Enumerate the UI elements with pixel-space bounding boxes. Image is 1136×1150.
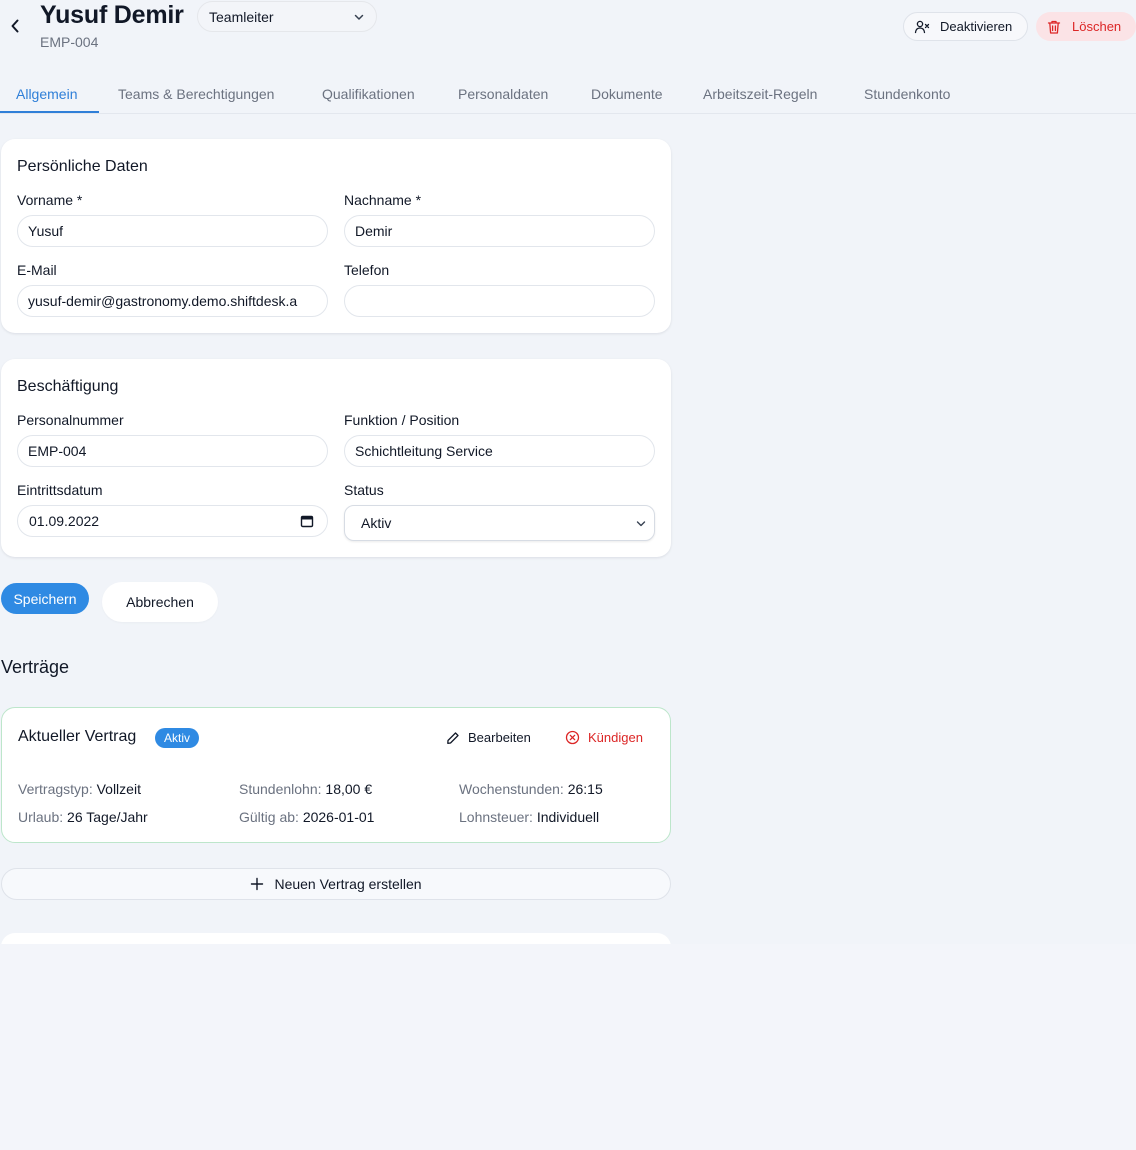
tab-stundenkonto[interactable]: Stundenkonto [864, 86, 950, 102]
valid-from-key: Gültig ab: [239, 809, 299, 825]
contract-type: Vertragstyp: Vollzeit [18, 781, 141, 797]
first-name-value: Yusuf [28, 223, 64, 239]
back-button[interactable] [6, 16, 24, 36]
entry-date-label: Eintrittsdatum [17, 482, 103, 498]
status-badge: Aktiv [155, 728, 200, 748]
save-button[interactable]: Speichern [1, 583, 89, 614]
app-viewport: Yusuf Demir EMP-004 Teamleiter Deaktivie… [0, 0, 1136, 944]
delete-label: Löschen [1072, 19, 1122, 34]
tab-qualifikationen[interactable]: Qualifikationen [322, 86, 415, 102]
user-x-icon [914, 20, 930, 33]
tab-personaldaten[interactable]: Personaldaten [458, 86, 548, 102]
staff-number-label: Personalnummer [17, 412, 124, 428]
last-name-input[interactable]: Demir [344, 215, 655, 247]
trash-icon [1047, 20, 1061, 34]
employment-card: Beschäftigung Personalnummer EMP-004 Fun… [1, 359, 671, 557]
delete-button[interactable]: Löschen [1036, 12, 1136, 41]
entry-date-input[interactable]: 01.09.2022 [17, 505, 328, 537]
email-label: E-Mail [17, 262, 57, 278]
personal-data-title: Persönliche Daten [17, 158, 148, 175]
tab-arbeitszeit-regeln[interactable]: Arbeitszeit-Regeln [703, 86, 817, 102]
contract-title: Aktueller Vertrag [18, 728, 137, 745]
personal-data-card: Persönliche Daten Vorname * Yusuf Nachna… [1, 139, 671, 333]
last-name-value: Demir [355, 223, 393, 239]
chevron-down-icon [636, 521, 646, 527]
deactivate-button[interactable]: Deaktivieren [903, 12, 1028, 41]
terminate-contract-label: Kündigen [588, 730, 643, 745]
income-tax-key: Lohnsteuer: [459, 809, 533, 825]
new-contract-label: Neuen Vertrag erstellen [274, 876, 422, 892]
valid-from: Gültig ab: 2026-01-01 [239, 809, 374, 825]
entry-date-value: 01.09.2022 [29, 513, 100, 529]
contract-type-key: Vertragstyp: [18, 781, 93, 797]
email-input[interactable]: yusuf-demir@gastronomy.demo.shiftdesk.a [17, 285, 328, 317]
role-select[interactable]: Teamleiter [197, 1, 377, 32]
weekly-hours: Wochenstunden: 26:15 [459, 781, 603, 797]
calendar-icon[interactable] [300, 514, 314, 528]
valid-from-value: 2026-01-01 [302, 809, 375, 825]
tab-allgemein[interactable]: Allgemein [16, 86, 77, 102]
income-tax: Lohnsteuer: Individuell [459, 809, 599, 825]
edit-contract-button[interactable]: Bearbeiten [446, 730, 531, 745]
first-name-label: Vorname * [17, 192, 83, 208]
plus-icon [251, 877, 264, 891]
position-value: Schichtleitung Service [355, 443, 493, 459]
weekly-hours-key: Wochenstunden: [459, 781, 564, 797]
vacation: Urlaub: 26 Tage/Jahr [18, 809, 148, 825]
tab-teams-berechtigungen[interactable]: Teams & Berechtigungen [118, 86, 274, 102]
chevron-down-icon [354, 14, 364, 20]
deactivate-label: Deaktivieren [940, 19, 1013, 34]
last-name-label: Nachname * [344, 192, 422, 208]
chevron-left-icon [11, 19, 19, 33]
terminate-contract-button[interactable]: Kündigen [565, 730, 643, 745]
phone-input[interactable] [344, 285, 655, 317]
role-select-value: Teamleiter [209, 8, 274, 25]
position-input[interactable]: Schichtleitung Service [344, 435, 655, 467]
vacation-value: 26 Tage/Jahr [67, 809, 148, 825]
contract-type-value: Vollzeit [96, 781, 141, 797]
employment-title: Beschäftigung [17, 378, 119, 395]
hourly-wage: Stundenlohn: 18,00 € [239, 781, 372, 797]
active-tab-indicator [0, 111, 99, 113]
income-tax-value: Individuell [536, 809, 600, 825]
status-select[interactable]: Aktiv [344, 505, 655, 541]
status-label: Status [344, 482, 384, 498]
x-circle-icon [565, 730, 580, 745]
pencil-icon [447, 731, 459, 744]
first-name-input[interactable]: Yusuf [17, 215, 328, 247]
current-contract-card: Aktueller Vertrag Aktiv Bearbeiten Kündi… [1, 707, 671, 843]
cancel-button[interactable]: Abbrechen [102, 582, 218, 622]
contracts-section-title: Verträge [1, 657, 70, 677]
page-title: Yusuf Demir [40, 1, 184, 29]
phone-label: Telefon [344, 262, 390, 278]
next-card-partial [1, 933, 671, 944]
hourly-wage-key: Stundenlohn: [239, 781, 322, 797]
tab-dokumente[interactable]: Dokumente [591, 86, 663, 102]
weekly-hours-value: 26:15 [567, 781, 603, 797]
staff-number-value: EMP-004 [28, 443, 87, 459]
vacation-key: Urlaub: [18, 809, 64, 825]
position-label: Funktion / Position [344, 412, 460, 428]
hourly-wage-value: 18,00 € [325, 781, 373, 797]
staff-number-input[interactable]: EMP-004 [17, 435, 328, 467]
status-value: Aktiv [361, 515, 392, 531]
tab-bar: Allgemein Teams & Berechtigungen Qualifi… [0, 74, 1136, 114]
new-contract-button[interactable]: Neuen Vertrag erstellen [1, 868, 671, 900]
employee-id: EMP-004 [40, 34, 99, 50]
email-value: yusuf-demir@gastronomy.demo.shiftdesk.a [28, 293, 298, 309]
edit-contract-label: Bearbeiten [468, 730, 531, 745]
